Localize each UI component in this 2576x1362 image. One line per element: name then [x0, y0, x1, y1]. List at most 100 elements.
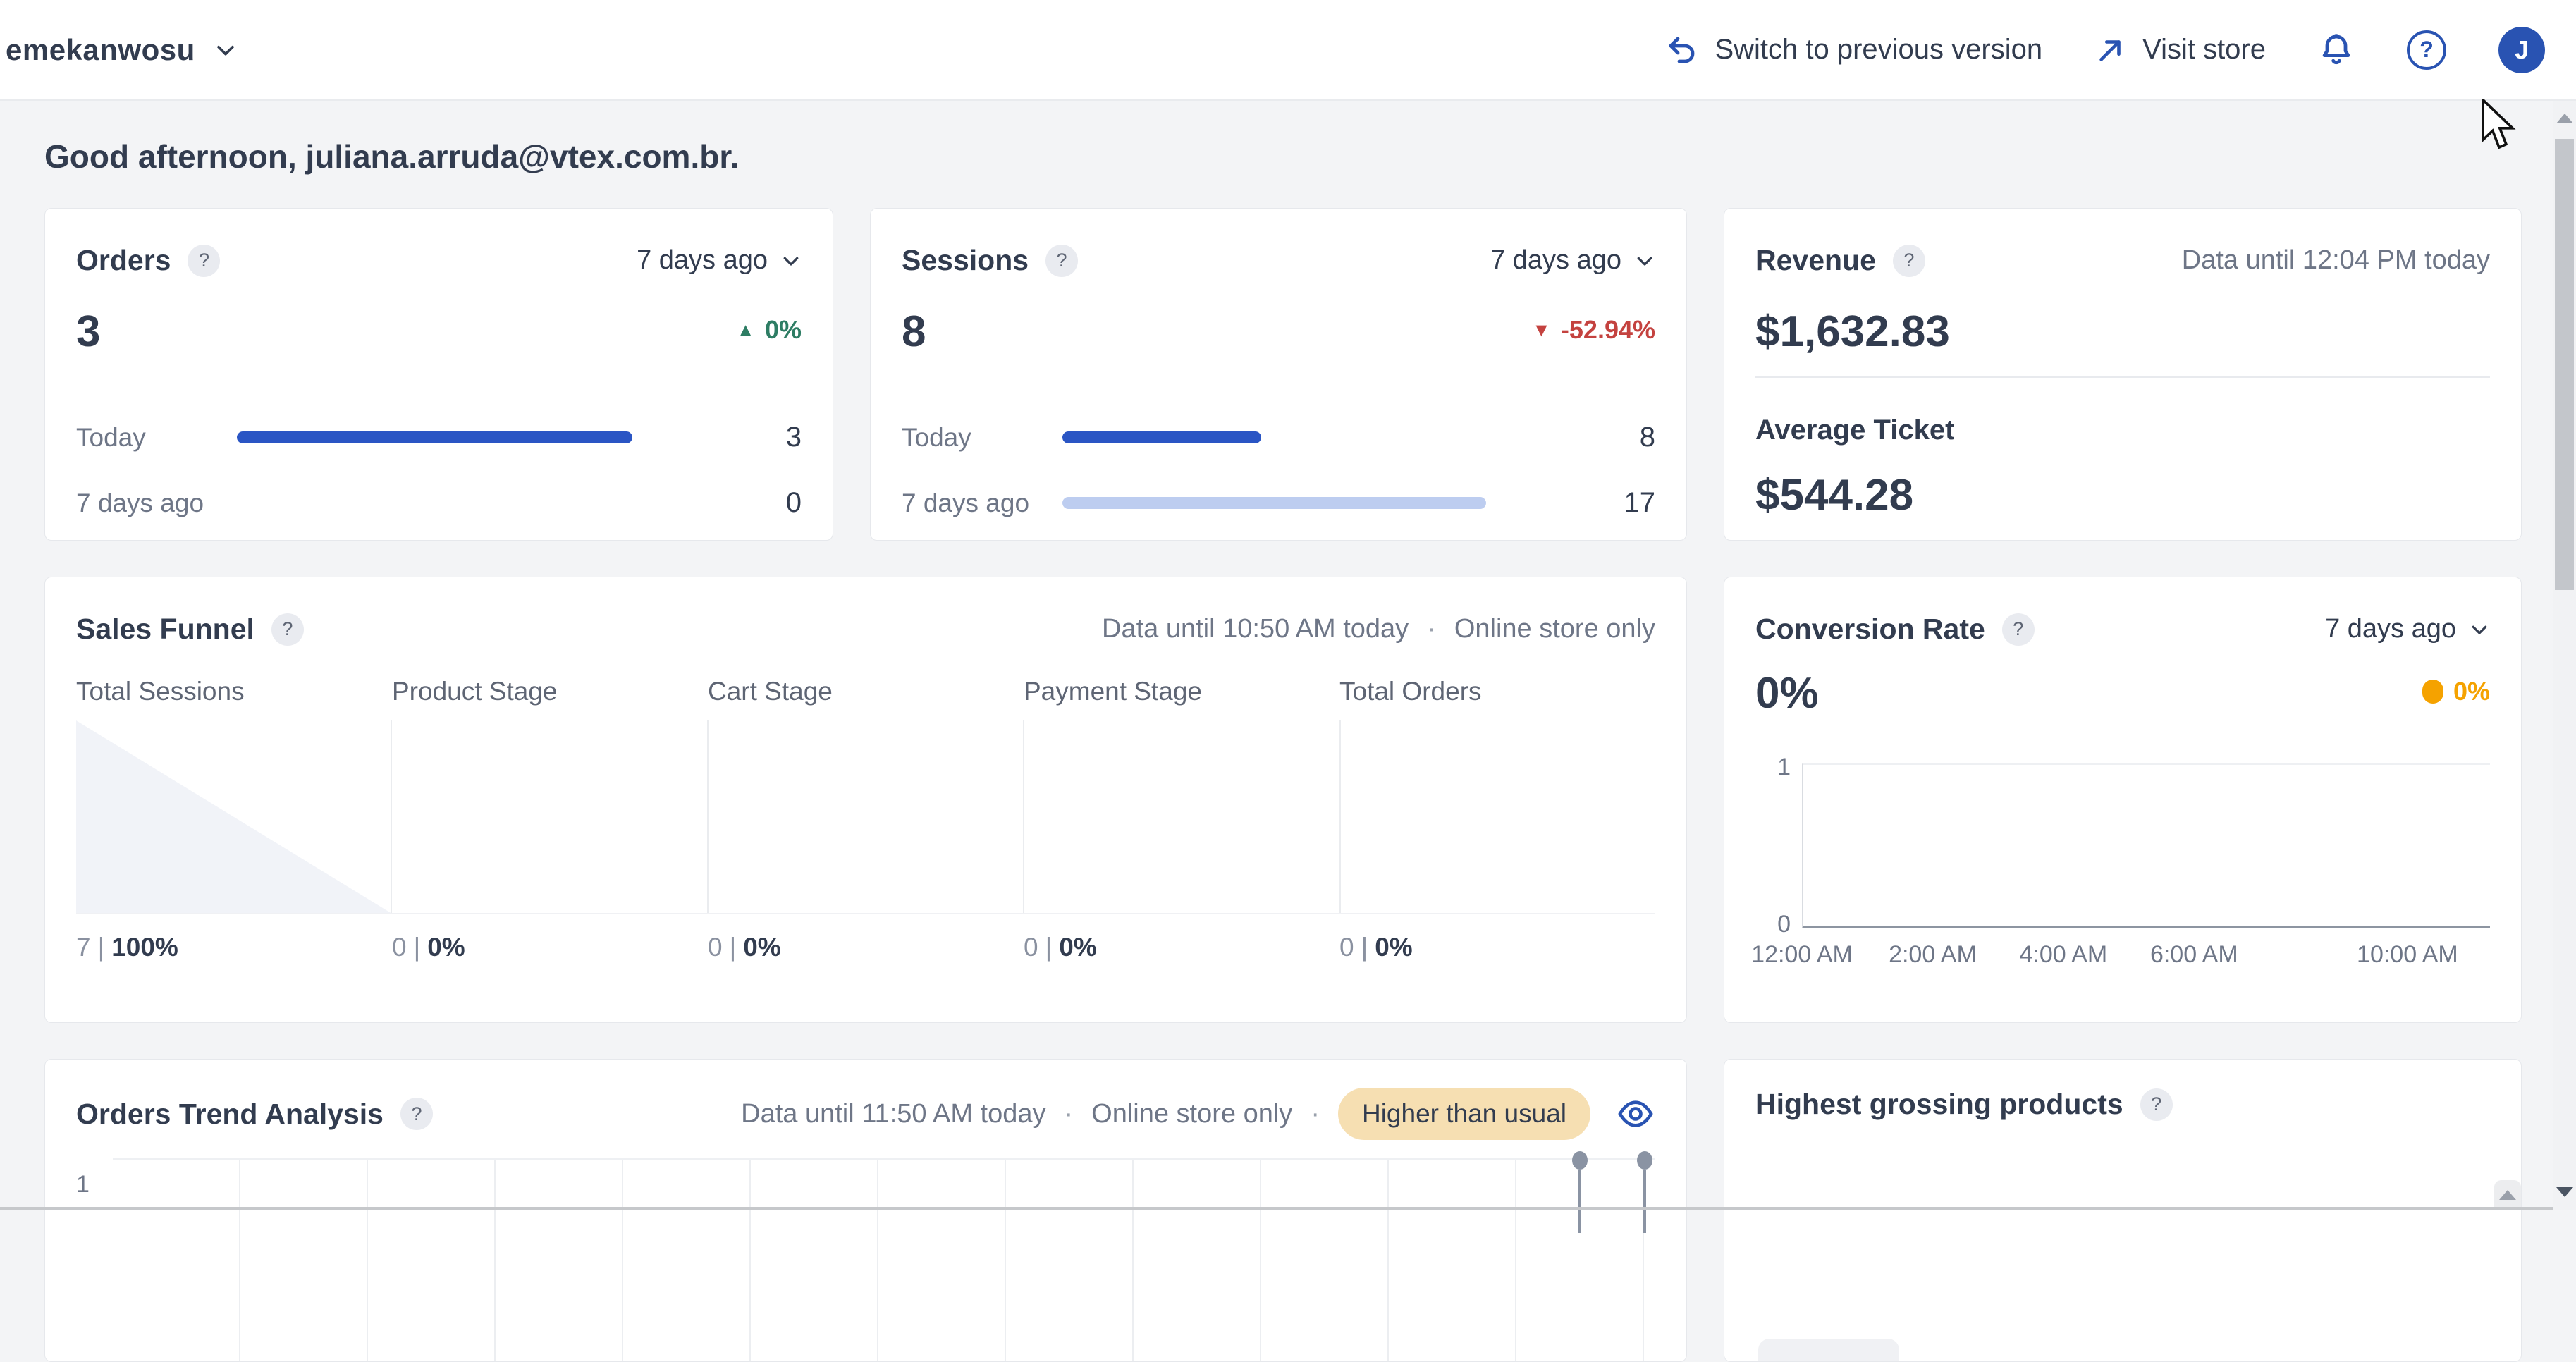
account-name: emekanwosu — [6, 33, 195, 67]
topbar-actions: Switch to previous version Visit store ?… — [1665, 27, 2545, 73]
avatar-initial: J — [2515, 35, 2529, 65]
sessions-card: Sessions ? 7 days ago 8 ▼-52.94% Today 8 — [870, 208, 1687, 541]
conversion-help-icon[interactable]: ? — [2002, 613, 2035, 646]
revenue-title: Revenue — [1755, 244, 1876, 277]
funnel-stage-payment — [1023, 720, 1339, 913]
funnel-stage-total-sessions — [76, 720, 391, 913]
conversion-period-dropdown[interactable]: 7 days ago — [2325, 614, 2490, 644]
triangle-up-icon — [2556, 114, 2573, 123]
orders-card: Orders ? 7 days ago 3 ▲0% Today 3 — [44, 208, 833, 541]
sales-funnel-title: Sales Funnel — [76, 613, 254, 646]
trend-marker-pin[interactable] — [1572, 1151, 1588, 1233]
dashboard-grid: Orders ? 7 days ago 3 ▲0% Today 3 — [44, 208, 2522, 1362]
orders-trend-chart: 1 — [76, 1158, 1655, 1362]
orders-period-dropdown[interactable]: 7 days ago — [637, 245, 802, 276]
revenue-meta: Data until 12:04 PM today — [2182, 245, 2490, 276]
highest-grossing-help-icon[interactable]: ? — [2140, 1088, 2173, 1121]
conversion-value: 0% — [1755, 668, 1819, 718]
chevron-down-icon — [2469, 619, 2490, 640]
orders-help-icon[interactable]: ? — [188, 245, 220, 277]
sessions-delta: ▼-52.94% — [1532, 315, 1655, 345]
trend-status-badge: Higher than usual — [1338, 1088, 1590, 1140]
scrollbar-up-button[interactable] — [2553, 101, 2576, 136]
funnel-stage-product — [391, 720, 706, 913]
account-switcher[interactable]: emekanwosu — [6, 33, 238, 67]
triangle-up-icon: ▲ — [736, 319, 755, 341]
visit-store-button[interactable]: Visit store — [2094, 34, 2266, 66]
funnel-stage-values: 7|100% 0|0% 0|0% 0|0% 0|0% — [76, 933, 1655, 962]
trend-meta-scope: Online store only — [1091, 1099, 1292, 1129]
sessions-value: 8 — [902, 307, 926, 357]
bell-icon — [2318, 32, 2355, 68]
orders-trend-title: Orders Trend Analysis — [76, 1098, 384, 1131]
orders-trend-help-icon[interactable]: ? — [400, 1098, 433, 1130]
sessions-today-bar — [1062, 431, 1261, 443]
conversion-y-axis: 1 0 — [1755, 763, 1791, 928]
trend-plot-area — [113, 1158, 1655, 1362]
scrollbar-thumb[interactable] — [2555, 139, 2574, 590]
conversion-rate-title: Conversion Rate — [1755, 613, 1985, 646]
sessions-row-7days: 7 days ago 17 — [902, 487, 1655, 519]
orders-delta: ▲0% — [736, 315, 802, 345]
revenue-help-icon[interactable]: ? — [1893, 245, 1925, 277]
orders-value: 3 — [76, 307, 100, 357]
revenue-card: Revenue ? Data until 12:04 PM today $1,6… — [1724, 208, 2522, 541]
eye-icon[interactable] — [1616, 1094, 1655, 1134]
trend-marker-pin[interactable] — [1637, 1151, 1652, 1233]
notifications-button[interactable] — [2318, 32, 2355, 68]
funnel-meta-scope: Online store only — [1454, 614, 1655, 644]
help-button[interactable]: ? — [2407, 30, 2446, 70]
sessions-period-dropdown[interactable]: 7 days ago — [1490, 245, 1655, 276]
orders-trend-card: Orders Trend Analysis ? Data until 11:50… — [44, 1059, 1687, 1362]
average-ticket-value: $544.28 — [1755, 470, 2490, 520]
scrollbar-down-button[interactable] — [2553, 1174, 2576, 1210]
sessions-row-today: Today 8 — [902, 422, 1655, 453]
orders-title: Orders — [76, 244, 171, 277]
highest-grossing-products-card: Highest grossing products ? — [1724, 1059, 2522, 1362]
conversion-x-axis: 12:00 AM 2:00 AM 4:00 AM 6:00 AM 10:00 A… — [1802, 941, 2490, 976]
conversion-chart: 1 0 — [1755, 763, 2490, 928]
avatar[interactable]: J — [2498, 27, 2545, 73]
average-ticket-label: Average Ticket — [1755, 415, 2490, 446]
trend-meta-time: Data until 11:50 AM today — [741, 1099, 1045, 1129]
funnel-chart — [76, 720, 1655, 914]
external-link-icon — [2094, 34, 2127, 66]
product-skeleton-placeholder — [1758, 1339, 1899, 1362]
funnel-stage-total-orders — [1339, 720, 1655, 913]
orders-row-7days: 7 days ago 0 — [76, 487, 802, 519]
sessions-help-icon[interactable]: ? — [1045, 245, 1078, 277]
viewport-bottom-edge — [0, 1207, 2553, 1210]
triangle-up-icon — [2499, 1190, 2516, 1200]
sessions-title: Sessions — [902, 244, 1029, 277]
conversion-rate-card: Conversion Rate ? 7 days ago 0% 0% 1 0 — [1724, 577, 2522, 1023]
revenue-value: $1,632.83 — [1755, 307, 2490, 357]
trend-y-axis: 1 — [76, 1158, 113, 1362]
highest-grossing-title: Highest grossing products — [1755, 1088, 2123, 1121]
funnel-area-shape — [76, 720, 391, 913]
chevron-down-icon — [780, 250, 802, 271]
switch-previous-version-label: Switch to previous version — [1715, 34, 2042, 66]
topbar: emekanwosu Switch to previous version Vi… — [0, 0, 2576, 101]
triangle-down-icon: ▼ — [1532, 319, 1551, 341]
vertical-scrollbar[interactable] — [2553, 101, 2576, 1210]
chevron-down-icon — [1634, 250, 1655, 271]
conversion-plot-area — [1802, 763, 2490, 928]
switch-previous-version-button[interactable]: Switch to previous version — [1665, 33, 2042, 67]
chevron-down-icon — [214, 38, 238, 62]
dashboard: Good afternoon, juliana.arruda@vtex.com.… — [0, 137, 2576, 1362]
funnel-stage-cart — [707, 720, 1023, 913]
orders-today-bar — [237, 431, 632, 443]
separator: · — [1427, 614, 1436, 644]
sessions-7days-bar — [1062, 497, 1486, 509]
sales-funnel-help-icon[interactable]: ? — [271, 613, 304, 646]
scroll-to-top-button[interactable] — [2494, 1180, 2521, 1210]
undo-icon — [1665, 33, 1699, 67]
sales-funnel-card: Sales Funnel ? Data until 10:50 AM today… — [44, 577, 1687, 1023]
visit-store-label: Visit store — [2142, 34, 2266, 66]
conversion-delta: 0% — [2422, 677, 2490, 706]
separator: · — [1065, 1099, 1074, 1129]
triangle-down-icon — [2556, 1187, 2573, 1197]
orders-row-today: Today 3 — [76, 422, 802, 453]
funnel-meta-time: Data until 10:50 AM today — [1102, 614, 1409, 644]
orange-dot-icon — [2422, 680, 2443, 704]
